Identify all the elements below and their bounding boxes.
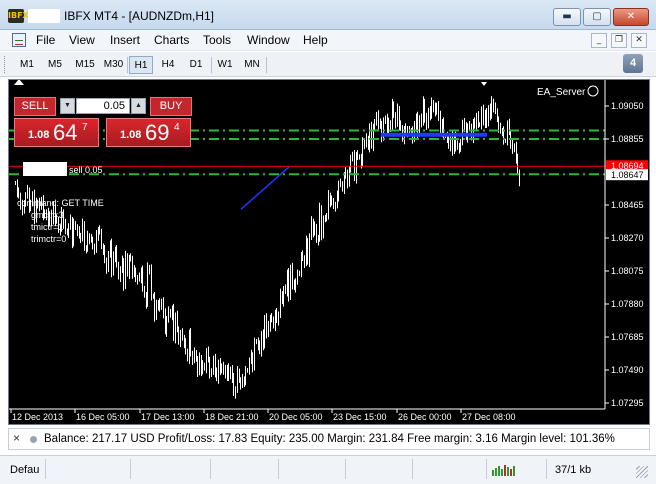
- buy-price-prefix: 1.08: [120, 129, 142, 141]
- lot-size-input[interactable]: 0.05: [76, 98, 130, 114]
- status-cell: [345, 459, 346, 479]
- price-tick-label: 1.08465: [611, 200, 644, 210]
- window-title: IBFX MT4 - [AUDNZDm,H1]: [64, 9, 215, 23]
- time-tick-label: 18 Dec 21:00: [205, 412, 259, 422]
- status-cell: [412, 459, 413, 479]
- maximize-button[interactable]: ▢: [583, 8, 611, 26]
- menu-insert[interactable]: Insert: [110, 33, 140, 47]
- menu-window[interactable]: Window: [247, 33, 290, 47]
- terminal-account-row: × Balance: 217.17 USD Profit/Loss: 17.83…: [8, 428, 650, 450]
- mdi-restore-button[interactable]: ❐: [611, 33, 627, 48]
- smiley-icon: [587, 85, 599, 97]
- minimize-button[interactable]: ▬: [553, 8, 581, 26]
- time-tick-label: 23 Dec 15:00: [333, 412, 387, 422]
- tf-mn[interactable]: MN: [240, 56, 264, 74]
- window-title-bar[interactable]: IBFX IBFX MT4 - [AUDNZDm,H1] ▬ ▢ ✕: [0, 0, 656, 30]
- chart-window-icon[interactable]: [12, 33, 26, 47]
- toolbar-separator: [211, 57, 212, 73]
- lot-decrease-button[interactable]: ▼: [60, 98, 75, 114]
- lot-increase-button[interactable]: ▲: [131, 98, 146, 114]
- price-tick-label: 1.09050: [611, 101, 644, 111]
- time-tick-label: 20 Dec 05:00: [269, 412, 323, 422]
- tf-m15[interactable]: M15: [70, 56, 100, 74]
- close-button[interactable]: ✕: [613, 8, 649, 26]
- buy-price-button[interactable]: 1.08 69 4: [106, 118, 191, 147]
- tf-d1[interactable]: D1: [184, 56, 208, 74]
- scroll-marker-icon: [14, 80, 24, 85]
- account-status-icon: [30, 436, 37, 443]
- tf-m30[interactable]: M30: [100, 56, 127, 74]
- toolbar-grip[interactable]: [4, 56, 7, 73]
- price-tick-label: 1.07490: [611, 365, 644, 375]
- time-tick-label: 12 Dec 2013: [12, 412, 63, 422]
- terminal-close-icon[interactable]: ×: [13, 431, 20, 445]
- app-logo-icon: IBFX: [8, 9, 29, 23]
- status-cell: [210, 459, 211, 479]
- time-tick-label: 16 Dec 05:00: [76, 412, 130, 422]
- price-tick-label: 1.08270: [611, 233, 644, 243]
- time-tick-label: 17 Dec 13:00: [141, 412, 195, 422]
- title-redaction: [28, 9, 60, 23]
- comment-line: tmictr=1: [31, 222, 63, 232]
- status-cell: [546, 459, 547, 479]
- one-click-trading-panel: SELL ▼ 0.05 ▲ BUY 1.08 64 7 1.08 69 4: [14, 97, 192, 147]
- sell-price-pips: 64: [53, 120, 78, 145]
- tf-w1[interactable]: W1: [213, 56, 237, 74]
- status-cell: [45, 459, 46, 479]
- comment-line: command: GET TIME: [17, 198, 104, 208]
- sell-price-prefix: 1.08: [28, 129, 50, 141]
- account-summary: Balance: 217.17 USD Profit/Loss: 17.83 E…: [44, 433, 615, 445]
- alerts-badge[interactable]: 4: [623, 54, 643, 73]
- status-cell: [130, 459, 131, 479]
- ea-server-label: EA_Server: [537, 87, 586, 98]
- time-tick-label: 27 Dec 08:00: [462, 412, 516, 422]
- comment-line: trimctr=0: [31, 234, 66, 244]
- menu-bar: File View Insert Charts Tools Window Hel…: [0, 30, 656, 51]
- buy-price-pips: 69: [145, 120, 170, 145]
- time-tick-label: 26 Dec 00:00: [398, 412, 452, 422]
- status-bar: Default 37/1 kb: [0, 455, 656, 484]
- traffic-counter: 37/1 kb: [555, 464, 592, 476]
- buy-button[interactable]: BUY: [150, 97, 192, 116]
- menu-help[interactable]: Help: [303, 33, 328, 47]
- sell-price-fraction: 7: [82, 122, 88, 133]
- resize-grip-icon[interactable]: [636, 466, 648, 478]
- price-tick-label: 1.07295: [611, 398, 644, 408]
- mdi-minimize-button[interactable]: _: [591, 33, 607, 48]
- connection-traffic-icon: [492, 465, 515, 476]
- price-tick-label: 1.08075: [611, 266, 644, 276]
- order-label: sell 0.05: [69, 165, 103, 175]
- tf-h4[interactable]: H4: [156, 56, 180, 74]
- sell-button[interactable]: SELL: [14, 97, 56, 116]
- menu-file[interactable]: File: [36, 33, 55, 47]
- order-label-mask: [23, 162, 67, 176]
- sell-price-button[interactable]: 1.08 64 7: [14, 118, 99, 147]
- order-price-label: 1.08647: [611, 170, 644, 180]
- profile-name[interactable]: Default: [10, 464, 40, 476]
- toolbar-separator: [266, 57, 267, 73]
- timeframe-toolbar: M1 M5 M15 M30 H1 H4 D1 W1 MN: [0, 52, 656, 77]
- toolbar-separator: [127, 57, 128, 73]
- status-cell: [486, 459, 487, 479]
- buy-price-fraction: 4: [174, 122, 180, 133]
- menu-view[interactable]: View: [69, 33, 95, 47]
- menu-tools[interactable]: Tools: [203, 33, 231, 47]
- shift-marker-icon: [481, 82, 487, 86]
- price-tick-label: 1.07880: [611, 299, 644, 309]
- mdi-close-button[interactable]: ✕: [631, 33, 647, 48]
- tf-m1[interactable]: M1: [14, 56, 40, 74]
- tf-h1[interactable]: H1: [129, 56, 153, 74]
- tf-m5[interactable]: M5: [42, 56, 68, 74]
- comment-line: gmctr=3: [31, 210, 64, 220]
- price-tick-label: 1.07685: [611, 332, 644, 342]
- menu-charts[interactable]: Charts: [154, 33, 189, 47]
- price-tick-label: 1.08855: [611, 134, 644, 144]
- status-cell: [278, 459, 279, 479]
